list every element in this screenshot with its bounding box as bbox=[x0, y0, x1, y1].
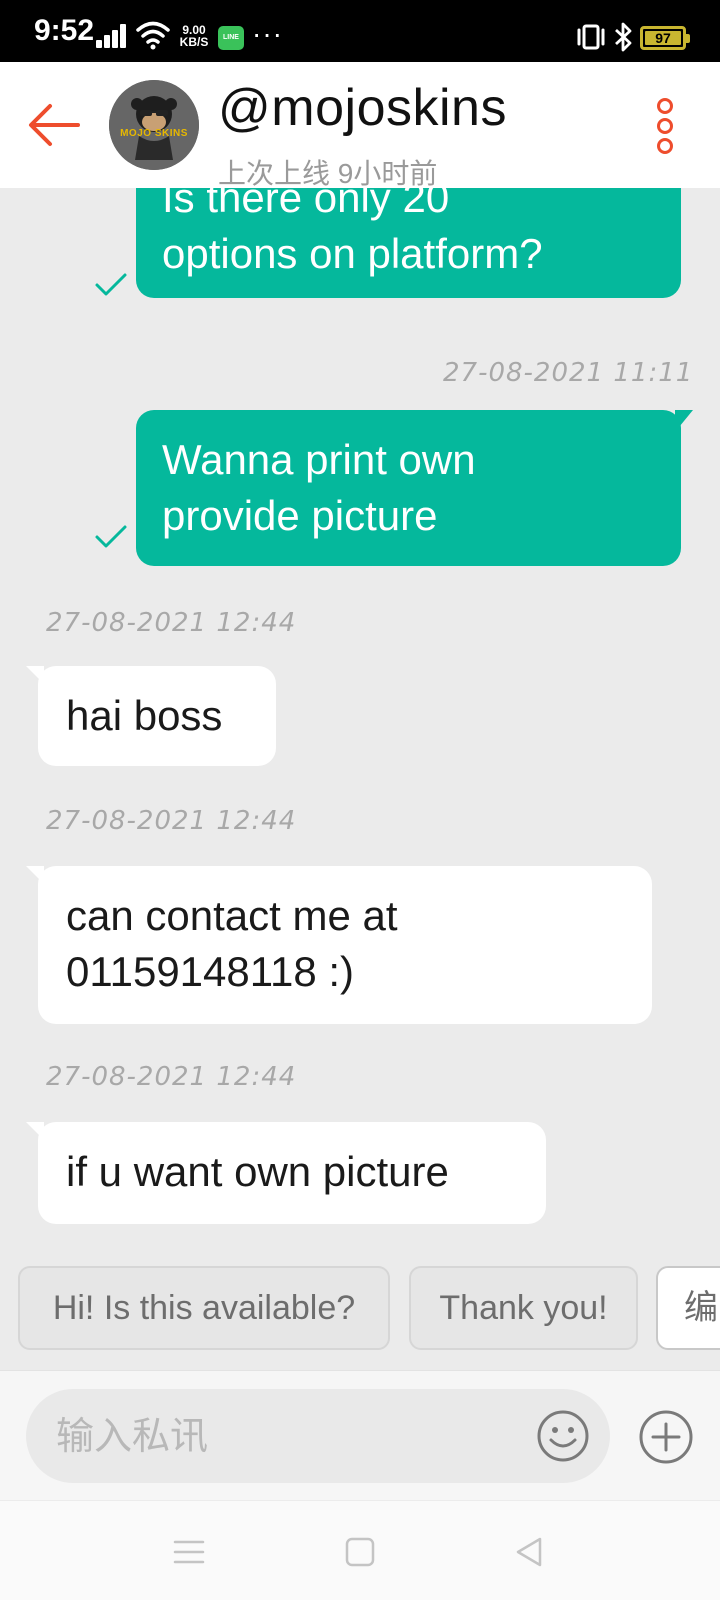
incoming-message[interactable]: if u want own picture bbox=[26, 1122, 546, 1224]
last-seen-status: 上次上线 9小时前 bbox=[218, 158, 438, 189]
outgoing-message[interactable]: Wanna print own provide picture bbox=[136, 410, 693, 566]
chat-header: MOJO SKINS @mojoskins 上次上线 9小时前 bbox=[0, 62, 720, 189]
edit-quick-replies-chip[interactable]: 编 bbox=[656, 1266, 720, 1350]
message-line: Wanna print own bbox=[162, 436, 476, 483]
home-icon[interactable] bbox=[343, 1535, 377, 1569]
wifi-icon bbox=[136, 21, 170, 50]
signal-icon bbox=[96, 24, 130, 48]
message-timestamp: 27-08-2021 12:44 bbox=[46, 608, 297, 638]
message-line: hai boss bbox=[66, 692, 223, 739]
avatar[interactable]: MOJO SKINS bbox=[109, 80, 199, 170]
line-app-icon: LINE bbox=[218, 26, 244, 50]
message-timestamp: 27-08-2021 12:44 bbox=[46, 1062, 297, 1092]
more-notifications-icon: ··· bbox=[252, 18, 283, 49]
back-arrow-icon[interactable] bbox=[26, 98, 82, 152]
battery-level: 97 bbox=[645, 31, 681, 45]
monkey-logo-icon bbox=[109, 80, 199, 170]
message-line: provide picture bbox=[162, 492, 438, 539]
message-line: can contact me at bbox=[66, 892, 398, 939]
quick-reply-chip[interactable]: Hi! Is this available? bbox=[18, 1266, 390, 1350]
contact-username[interactable]: @mojoskins bbox=[218, 78, 507, 138]
message-line: Is there only 20 bbox=[162, 188, 450, 221]
quick-reply-bar: Hi! Is this available? Thank you! 编 bbox=[0, 1238, 720, 1370]
read-check-icon bbox=[95, 273, 127, 296]
more-options-icon[interactable] bbox=[648, 98, 684, 154]
battery-icon: 97 bbox=[640, 26, 690, 50]
system-navigation-bar bbox=[0, 1500, 720, 1600]
avatar-brand-text: MOJO SKINS bbox=[120, 128, 188, 139]
emoji-icon[interactable] bbox=[536, 1409, 590, 1463]
message-timestamp: 27-08-2021 12:44 bbox=[46, 806, 297, 836]
add-attachment-icon[interactable] bbox=[638, 1409, 694, 1465]
message-timestamp: 27-08-2021 11:11 bbox=[443, 358, 694, 388]
quick-reply-chip[interactable]: Thank you! bbox=[409, 1266, 638, 1350]
menu-icon[interactable] bbox=[172, 1535, 206, 1569]
message-line: if u want own picture bbox=[66, 1148, 449, 1195]
outgoing-message[interactable]: Is there only 20 options on platform? bbox=[136, 188, 681, 298]
message-list[interactable]: Is there only 20 options on platform? 27… bbox=[0, 188, 720, 1238]
message-line: options on platform? bbox=[162, 230, 543, 277]
back-triangle-icon[interactable] bbox=[512, 1535, 546, 1569]
message-input-container bbox=[26, 1389, 610, 1483]
incoming-message[interactable]: hai boss bbox=[26, 666, 276, 766]
network-speed: 9.00 KB/S bbox=[176, 24, 212, 48]
message-input[interactable] bbox=[56, 1409, 516, 1463]
message-input-bar bbox=[0, 1370, 720, 1500]
network-speed-unit: KB/S bbox=[179, 35, 209, 49]
status-bar: 9:52 9.00 KB/S LINE ··· 97 bbox=[0, 0, 720, 62]
read-check-icon bbox=[95, 525, 127, 548]
bluetooth-icon bbox=[615, 22, 632, 52]
vibrate-icon bbox=[577, 24, 605, 50]
status-time: 9:52 bbox=[34, 14, 95, 47]
message-line: 01159148118 :) bbox=[66, 948, 355, 995]
incoming-message[interactable]: can contact me at 01159148118 :) bbox=[26, 866, 652, 1024]
